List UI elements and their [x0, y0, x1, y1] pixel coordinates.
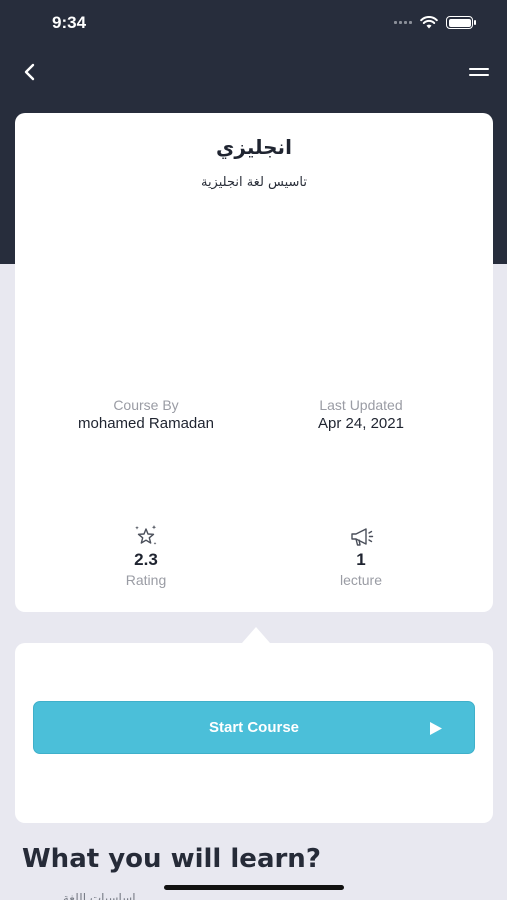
menu-button[interactable]: [467, 64, 491, 82]
course-title: انجليزي: [216, 135, 292, 159]
rating-value: 2.3: [134, 550, 158, 569]
wifi-icon: [420, 16, 438, 29]
sparkle-star-icon: [135, 525, 157, 545]
signal-icon: [394, 21, 412, 24]
last-updated: Last Updated Apr 24, 2021: [261, 397, 461, 432]
lecture-value: 1: [356, 550, 366, 569]
rating-stat: 2.3 Rating: [46, 523, 246, 588]
status-time: 9:34: [52, 13, 87, 32]
megaphone-icon: [351, 528, 374, 546]
card-pointer: [242, 627, 270, 643]
learn-item-peek: اساسيات اللغة...: [62, 891, 147, 900]
action-card: Start Course: [15, 643, 493, 823]
start-course-label: Start Course: [208, 719, 300, 736]
last-updated-value: Apr 24, 2021: [318, 415, 404, 432]
start-course-button[interactable]: Start Course: [33, 701, 475, 754]
course-by-label: Course By: [113, 397, 179, 413]
course-info-card: انجليزي تاسيس لغة انجليزية Course By moh…: [15, 113, 493, 612]
battery-icon: [446, 16, 476, 29]
course-by: Course By mohamed Ramadan: [46, 397, 246, 432]
course-subtitle: تاسيس لغة انجليزية: [200, 175, 308, 190]
lecture-label: lecture: [339, 572, 383, 588]
rating-label: Rating: [125, 572, 167, 588]
last-updated-label: Last Updated: [319, 397, 403, 413]
back-button[interactable]: [18, 60, 42, 84]
home-indicator[interactable]: [164, 885, 344, 890]
lecture-stat: 1 lecture: [261, 523, 461, 588]
play-icon: [430, 722, 442, 735]
section-title: What you will learn?: [22, 844, 321, 874]
course-by-value: mohamed Ramadan: [78, 415, 214, 432]
status-bar: 9:34: [0, 0, 507, 46]
status-icons: [394, 16, 476, 29]
